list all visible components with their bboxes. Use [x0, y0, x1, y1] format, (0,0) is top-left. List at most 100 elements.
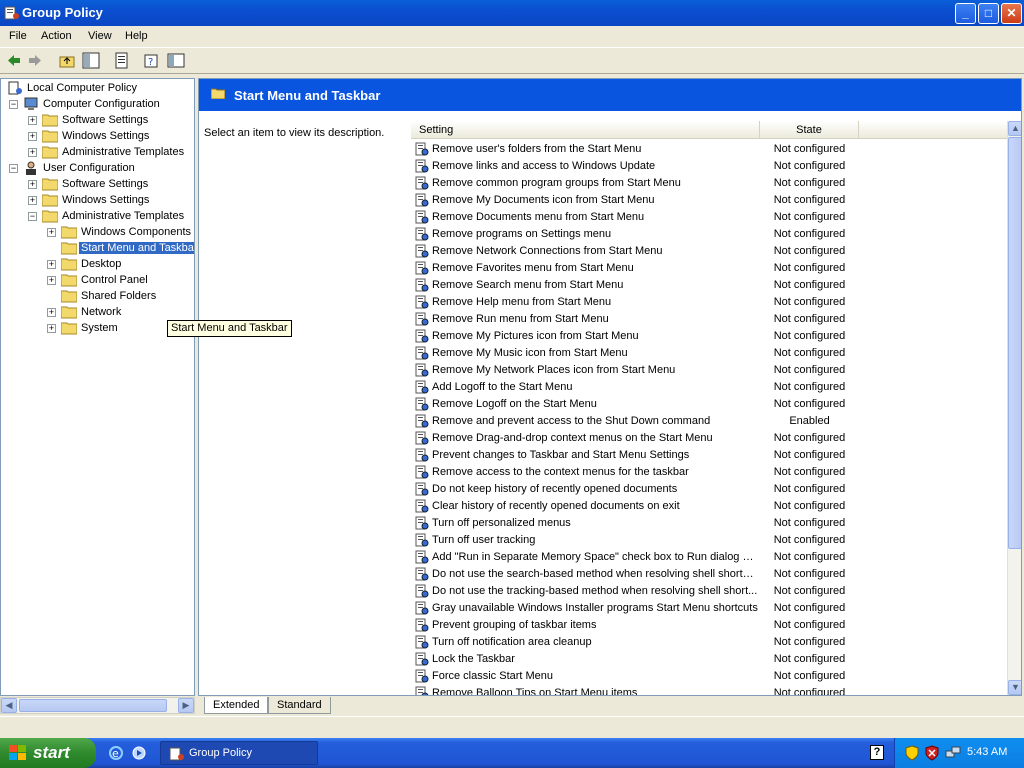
table-row[interactable]: Remove My Music icon from Start Menu Not …	[411, 345, 1007, 362]
table-row[interactable]: Turn off personalized menus Not configure…	[411, 515, 1007, 532]
menu-view[interactable]: View	[88, 30, 112, 42]
up-folder-icon[interactable]	[58, 52, 76, 69]
scroll-down-icon[interactable]: ▼	[1008, 680, 1021, 695]
collapse-icon[interactable]: −	[28, 212, 37, 221]
table-row[interactable]: Force classic Start Menu Not configured	[411, 668, 1007, 685]
expand-icon[interactable]: +	[28, 180, 37, 189]
scroll-up-icon[interactable]: ▲	[1008, 121, 1021, 136]
table-row[interactable]: Remove Run menu from Start Menu Not confi…	[411, 311, 1007, 328]
setting-state: Not configured	[773, 347, 846, 359]
console-tree: Local Computer Policy − Computer Configura…	[0, 78, 195, 696]
minimize-button[interactable]: _	[955, 3, 976, 24]
setting-state: Not configured	[773, 551, 846, 563]
expand-icon[interactable]: +	[47, 324, 56, 333]
table-row[interactable]: Remove links and access to Windows Updat…	[411, 158, 1007, 175]
scroll-thumb[interactable]	[19, 699, 167, 712]
table-row[interactable]: Do not use the tracking-based method whe…	[411, 583, 1007, 600]
table-row[interactable]: Remove programs on Settings menu Not conf…	[411, 226, 1007, 243]
expand-icon[interactable]: +	[28, 132, 37, 141]
network-icon[interactable]	[945, 745, 961, 761]
policy-setting-icon	[415, 397, 429, 411]
setting-name: Turn off user tracking	[432, 534, 536, 546]
folder-icon	[42, 194, 58, 207]
tab-standard[interactable]: Standard	[268, 697, 331, 714]
table-row[interactable]: Remove Search menu from Start Menu Not co…	[411, 277, 1007, 294]
table-row[interactable]: Remove Favorites menu from Start Menu Not…	[411, 260, 1007, 277]
start-button[interactable]: start	[0, 738, 96, 768]
expand-icon[interactable]: +	[28, 148, 37, 157]
security-alert-icon[interactable]	[925, 745, 939, 761]
policy-setting-icon	[415, 465, 429, 479]
show-hide-tree-icon[interactable]	[82, 52, 100, 69]
table-row[interactable]: Gray unavailable Windows Installer progr…	[411, 600, 1007, 617]
table-row[interactable]: Remove My Documents icon from Start Menu…	[411, 192, 1007, 209]
expand-icon[interactable]: +	[47, 308, 56, 317]
setting-state: Not configured	[773, 279, 846, 291]
expand-icon[interactable]: +	[28, 116, 37, 125]
expand-icon[interactable]: +	[47, 260, 56, 269]
table-row[interactable]: Remove My Pictures icon from Start Menu N…	[411, 328, 1007, 345]
table-row[interactable]: Remove Logoff on the Start Menu Not confi…	[411, 396, 1007, 413]
menu-file[interactable]: File	[9, 30, 27, 42]
table-row[interactable]: Add "Run in Separate Memory Space" check…	[411, 549, 1007, 566]
table-row[interactable]: Remove and prevent access to the Shut Do…	[411, 413, 1007, 430]
tree-item-label: Software Settings	[62, 178, 149, 190]
setting-name: Remove and prevent access to the Shut Do…	[432, 415, 711, 427]
clock[interactable]: 5:43 AM	[967, 746, 1007, 758]
table-row[interactable]: Remove user's folders from the Start Men…	[411, 141, 1007, 158]
export-list-icon[interactable]	[113, 52, 131, 69]
expand-icon[interactable]: +	[28, 196, 37, 205]
table-row[interactable]: Add Logoff to the Start Menu Not configur…	[411, 379, 1007, 396]
security-shield-icon[interactable]	[905, 745, 919, 761]
scroll-thumb[interactable]	[1008, 137, 1021, 549]
media-player-icon[interactable]	[131, 745, 147, 761]
computer-policy-icon	[8, 81, 22, 95]
help-icon[interactable]: ?	[870, 745, 884, 760]
table-row[interactable]: Prevent changes to Taskbar and Start Men…	[411, 447, 1007, 464]
menu-action[interactable]: Action	[41, 30, 72, 42]
scroll-right-icon[interactable]: ▶	[178, 698, 194, 713]
setting-name: Turn off notification area cleanup	[432, 636, 592, 648]
back-icon[interactable]	[5, 52, 23, 69]
table-row[interactable]: Remove access to the context menus for t…	[411, 464, 1007, 481]
maximize-button[interactable]: □	[978, 3, 999, 24]
setting-state: Not configured	[773, 194, 846, 206]
taskbar-item-group-policy[interactable]: Group Policy	[160, 741, 318, 765]
table-row[interactable]: Clear history of recently opened documen…	[411, 498, 1007, 515]
table-row[interactable]: Remove Balloon Tips on Start Menu items N…	[411, 685, 1007, 695]
help-icon[interactable]: ?	[143, 52, 161, 69]
table-row[interactable]: Remove Network Connections from Start Me…	[411, 243, 1007, 260]
column-state[interactable]: State	[760, 121, 859, 139]
table-row[interactable]: Remove Drag-and-drop context menus on th…	[411, 430, 1007, 447]
expand-icon[interactable]: +	[47, 276, 56, 285]
setting-state: Not configured	[773, 245, 846, 257]
properties-icon[interactable]	[167, 52, 185, 69]
internet-explorer-icon[interactable]: e	[108, 745, 124, 761]
table-row[interactable]: Do not keep history of recently opened d…	[411, 481, 1007, 498]
table-row[interactable]: Remove Help menu from Start Menu Not conf…	[411, 294, 1007, 311]
close-button[interactable]: ✕	[1001, 3, 1022, 24]
table-row[interactable]: Prevent grouping of taskbar items Not con…	[411, 617, 1007, 634]
tree-item-label: User Configuration	[43, 162, 135, 174]
column-setting[interactable]: Setting	[411, 121, 760, 139]
scroll-left-icon[interactable]: ◀	[1, 698, 17, 713]
table-row[interactable]: Turn off user tracking Not configured	[411, 532, 1007, 549]
table-row[interactable]: Remove common program groups from Start …	[411, 175, 1007, 192]
menu-help[interactable]: Help	[125, 30, 148, 42]
setting-name: Remove common program groups from Start …	[432, 177, 681, 189]
forward-icon[interactable]	[26, 52, 44, 69]
folder-icon	[61, 322, 77, 335]
table-row[interactable]: Lock the Taskbar Not configured	[411, 651, 1007, 668]
list-vertical-scrollbar[interactable]: ▲ ▼	[1007, 121, 1021, 695]
table-row[interactable]: Turn off notification area cleanup Not co…	[411, 634, 1007, 651]
expand-icon[interactable]: +	[47, 228, 56, 237]
folder-icon	[42, 114, 58, 127]
table-row[interactable]: Remove Documents menu from Start Menu Not…	[411, 209, 1007, 226]
tree-horizontal-scrollbar[interactable]: ◀ ▶	[0, 697, 195, 714]
collapse-icon[interactable]: −	[9, 164, 18, 173]
table-row[interactable]: Remove My Network Places icon from Start…	[411, 362, 1007, 379]
tab-extended[interactable]: Extended	[204, 697, 269, 714]
policy-setting-icon	[415, 482, 429, 496]
table-row[interactable]: Do not use the search-based method when …	[411, 566, 1007, 583]
collapse-icon[interactable]: −	[9, 100, 18, 109]
